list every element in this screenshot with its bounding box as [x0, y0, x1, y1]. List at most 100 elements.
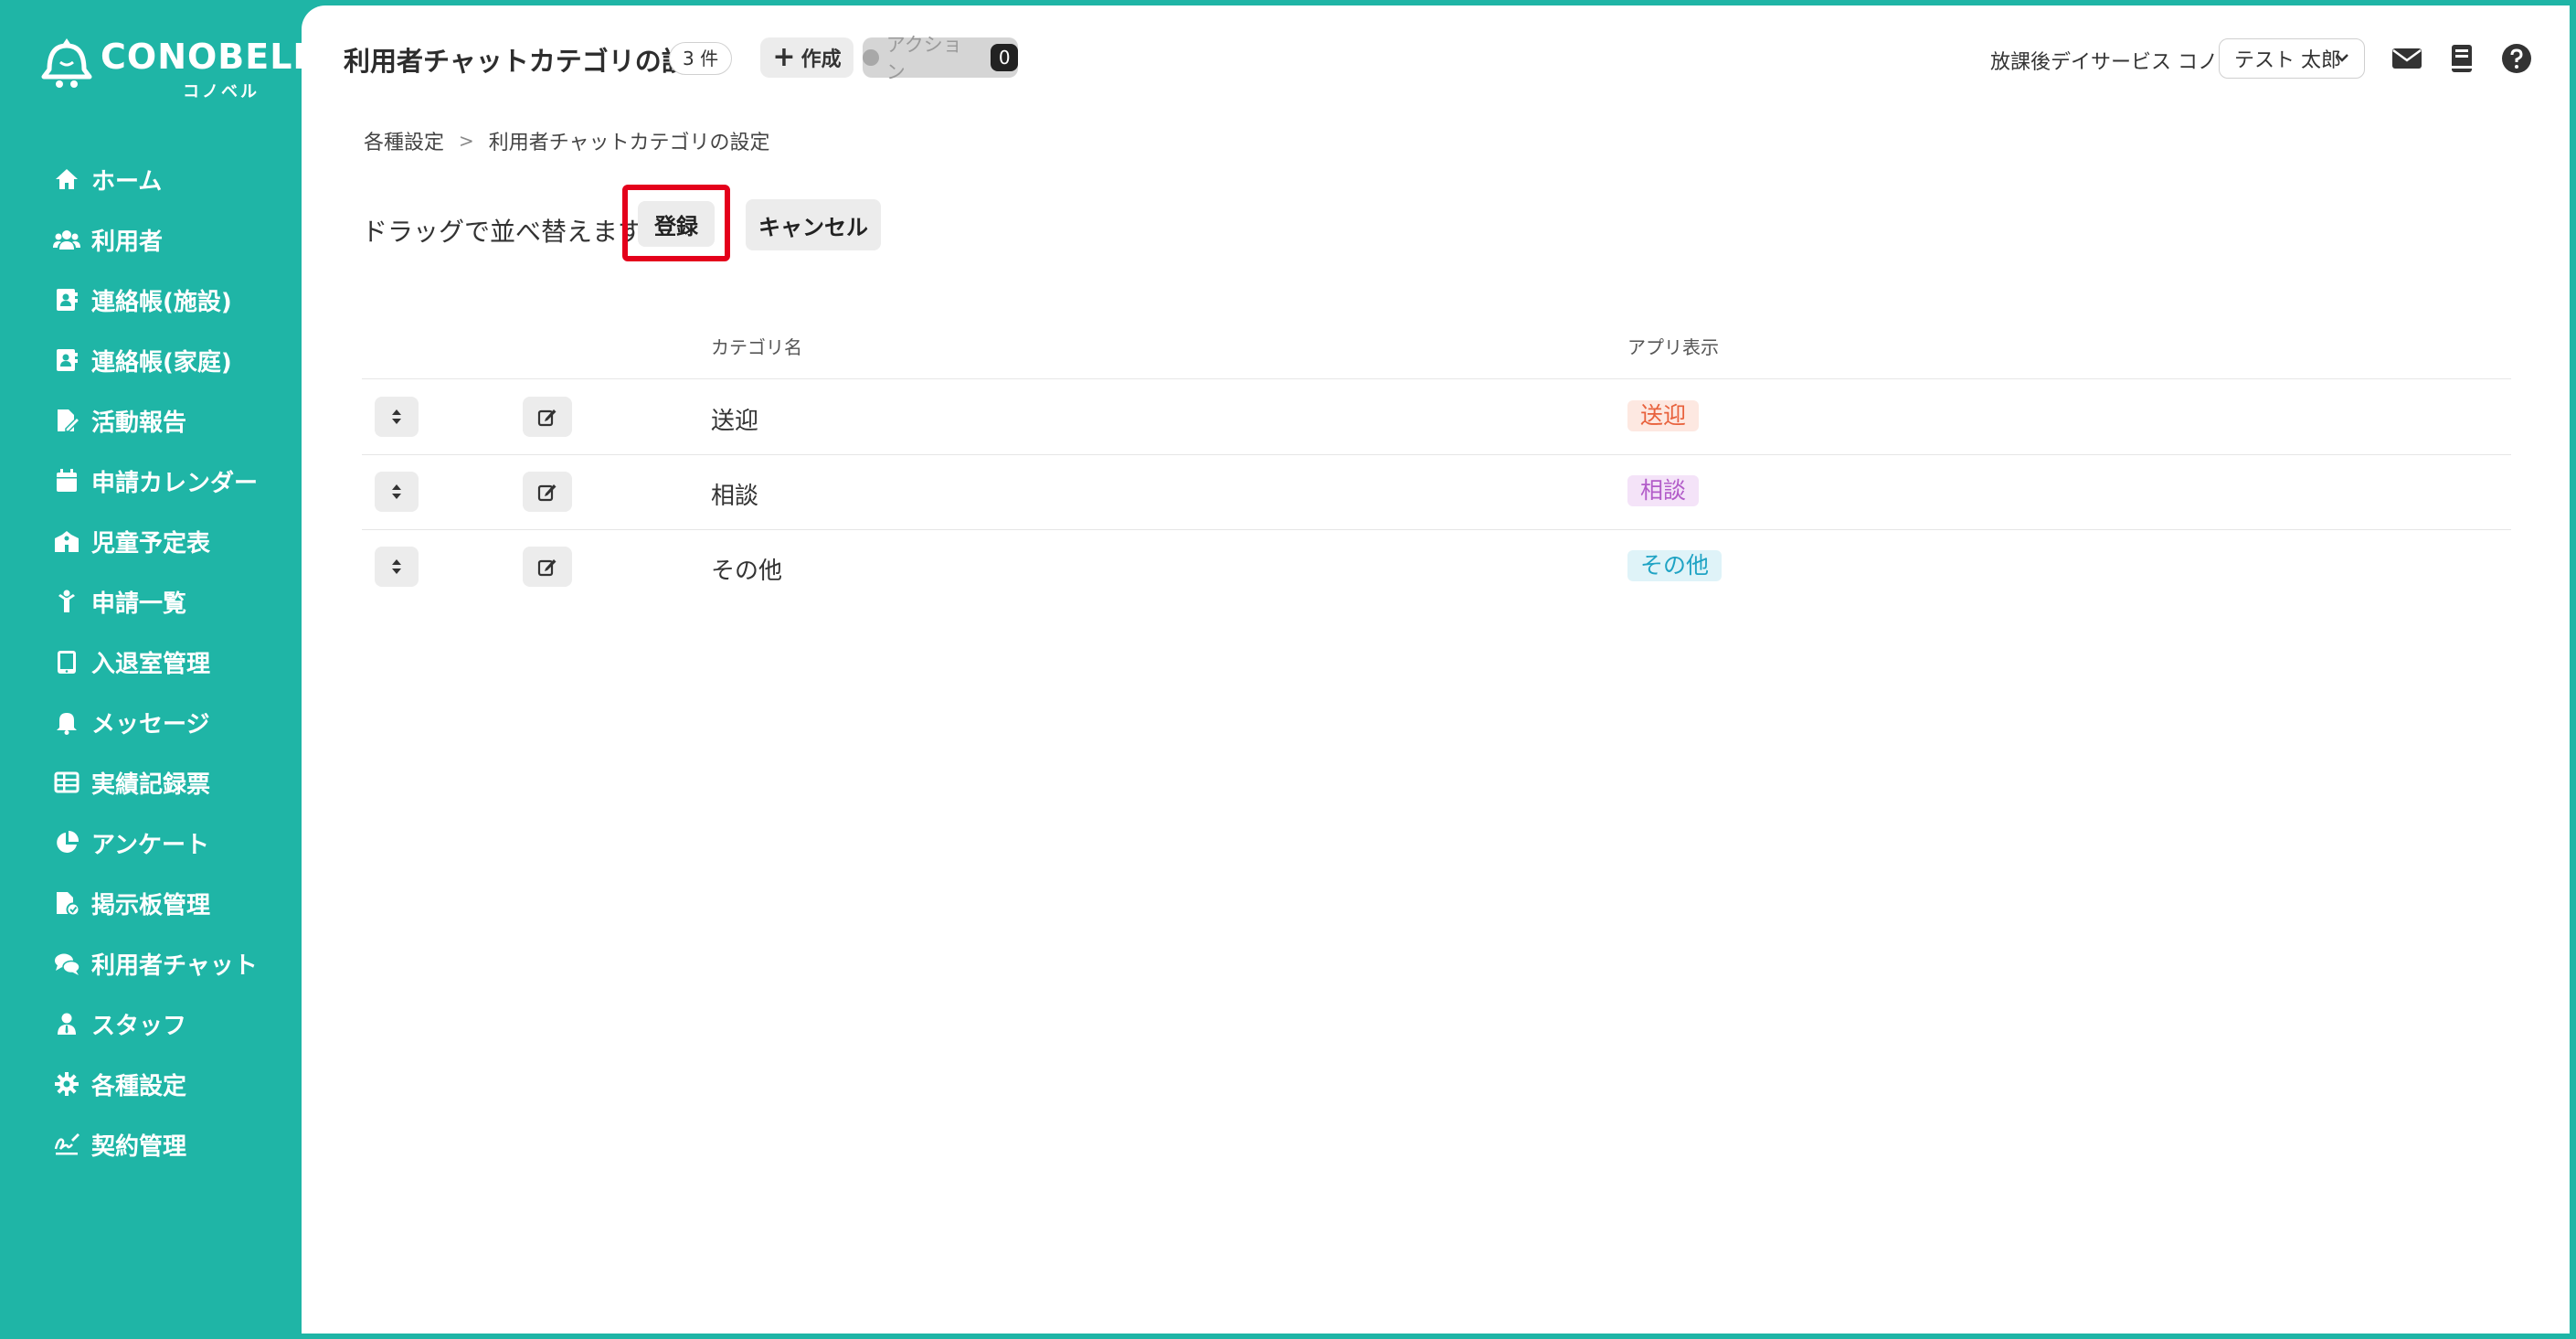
app-window: CONOBELL コノベル ホーム 利用者 連絡帳(施設) 連絡帳(家庭) 活動… [0, 0, 2576, 1339]
plus-icon: + [772, 41, 796, 73]
sidebar-item-label: 連絡帳(施設) [91, 288, 232, 316]
sidebar-item-label: 申請カレンダー [91, 469, 259, 497]
app-display-tag: 送迎 [1627, 400, 1700, 431]
sidebar-item-contact-home[interactable]: 連絡帳(家庭) [53, 335, 232, 386]
sidebar-item-contact-facility[interactable]: 連絡帳(施設) [53, 274, 232, 325]
sidebar-item-label: 申請一覧 [91, 590, 187, 618]
create-label: 作成 [800, 48, 842, 71]
home-icon [53, 165, 80, 193]
sort-icon [392, 409, 401, 424]
table-row: その他 その他 [362, 530, 2511, 605]
table-icon [53, 769, 80, 796]
sidebar-item-contracts[interactable]: 契約管理 [53, 1119, 186, 1170]
category-name: その他 [711, 558, 783, 585]
drag-instruction: ドラッグで並べ替えます。 [362, 217, 667, 247]
chevron-right-icon: > [459, 130, 474, 152]
users-icon [53, 226, 80, 253]
sidebar-item-label: メッセージ [91, 710, 210, 739]
edit-icon [537, 559, 557, 577]
sidebar-item-attendance[interactable]: 入退室管理 [53, 636, 210, 687]
sidebar-item-label: 活動報告 [91, 409, 187, 437]
book-icon[interactable] [2445, 42, 2478, 75]
category-name: 相談 [711, 483, 759, 510]
child-icon [53, 588, 80, 615]
sidebar-item-staff[interactable]: スタッフ [53, 998, 186, 1049]
staff-icon [53, 1010, 80, 1037]
breadcrumb-item-settings[interactable]: 各種設定 [364, 126, 444, 155]
school-icon [53, 527, 80, 555]
calendar-icon [53, 467, 80, 494]
chat-icon [53, 950, 80, 977]
sidebar-item-user-chat[interactable]: 利用者チャット [53, 938, 258, 989]
sidebar-item-label: スタッフ [91, 1012, 187, 1040]
edit-button[interactable] [523, 397, 572, 437]
sidebar-item-board[interactable]: 掲示板管理 [53, 877, 210, 929]
sidebar-item-child-schedule[interactable]: 児童予定表 [53, 515, 210, 567]
sidebar-item-label: 児童予定表 [91, 529, 211, 558]
breadcrumb: 各種設定 > 利用者チャットカテゴリの設定 [364, 126, 770, 155]
sidebar-item-applications[interactable]: 申請一覧 [53, 576, 186, 627]
sidebar-item-label: 契約管理 [91, 1132, 187, 1161]
signature-icon [53, 1131, 80, 1158]
edit-button[interactable] [523, 547, 572, 587]
logo[interactable]: CONOBELL コノベル [37, 31, 315, 104]
sidebar-item-label: アンケート [91, 831, 209, 859]
cancel-button[interactable]: キャンセル [746, 199, 881, 250]
pie-chart-icon [53, 829, 80, 856]
action-label: アクション [885, 34, 962, 83]
main-content: 利用者チャットカテゴリの設定 3 件 + 作成 アクション 0 放課後デイサービ… [302, 5, 2570, 1334]
sidebar-item-label: 実績記録票 [91, 770, 211, 799]
board-icon [53, 889, 80, 917]
sort-handle[interactable] [375, 472, 419, 512]
sidebar-item-survey[interactable]: アンケート [53, 817, 209, 868]
contact-book-icon [53, 286, 80, 313]
sidebar-item-calendar[interactable]: 申請カレンダー [53, 455, 258, 506]
sort-icon [392, 484, 401, 499]
sidebar-item-label: 利用者 [91, 228, 164, 256]
sidebar-item-settings[interactable]: 各種設定 [53, 1058, 186, 1110]
breadcrumb-item-current: 利用者チャットカテゴリの設定 [488, 132, 770, 154]
sidebar-item-label: 入退室管理 [91, 650, 211, 678]
sort-handle[interactable] [375, 397, 419, 437]
register-button[interactable]: 登録 [638, 201, 715, 247]
help-icon[interactable] [2500, 42, 2533, 75]
sidebar-item-label: 連絡帳(家庭) [91, 348, 232, 377]
hand-icon [863, 49, 879, 66]
column-header-name: カテゴリ名 [711, 336, 802, 358]
sort-handle[interactable] [375, 547, 419, 587]
sidebar-item-users[interactable]: 利用者 [53, 214, 163, 265]
sidebar-item-home[interactable]: ホーム [53, 154, 162, 205]
contact-book-icon [53, 346, 80, 374]
sidebar-item-label: 掲示板管理 [91, 891, 211, 919]
edit-icon [537, 484, 557, 502]
sidebar-item-messages[interactable]: メッセージ [53, 696, 209, 748]
bell-icon [53, 708, 80, 736]
edit-button[interactable] [523, 472, 572, 512]
count-badge: 3 件 [669, 42, 733, 75]
report-icon [53, 407, 80, 434]
sidebar-item-activity-report[interactable]: 活動報告 [53, 395, 186, 446]
user-select[interactable]: テスト 太郎 [2219, 38, 2365, 79]
brand-sub: コノベル [183, 82, 260, 101]
brand-name: CONOBELL [101, 37, 316, 77]
edit-icon [537, 409, 557, 427]
sidebar-item-label: ホーム [91, 167, 163, 196]
table-row: 送迎 送迎 [362, 380, 2511, 455]
create-button[interactable]: + 作成 [760, 37, 853, 78]
divider [362, 378, 2511, 379]
sidebar-item-label: 利用者チャット [91, 951, 258, 980]
action-button[interactable]: アクション 0 [863, 34, 1018, 83]
action-count-badge: 0 [991, 44, 1018, 71]
page-title: 利用者チャットカテゴリの設定 [344, 46, 715, 77]
bell-logo-icon [41, 38, 92, 88]
sidebar-item-label: 各種設定 [91, 1072, 187, 1100]
category-name: 送迎 [711, 408, 759, 435]
app-display-tag: 相談 [1627, 475, 1700, 506]
app-display-tag: その他 [1627, 550, 1723, 581]
sidebar-item-records[interactable]: 実績記録票 [53, 757, 210, 808]
mail-icon[interactable] [2390, 42, 2423, 75]
sidebar: CONOBELL コノベル ホーム 利用者 連絡帳(施設) 連絡帳(家庭) 活動… [0, 0, 315, 1339]
sort-icon [392, 559, 401, 574]
table-row: 相談 相談 [362, 455, 2511, 530]
user-name: テスト 太郎 [2234, 49, 2341, 72]
